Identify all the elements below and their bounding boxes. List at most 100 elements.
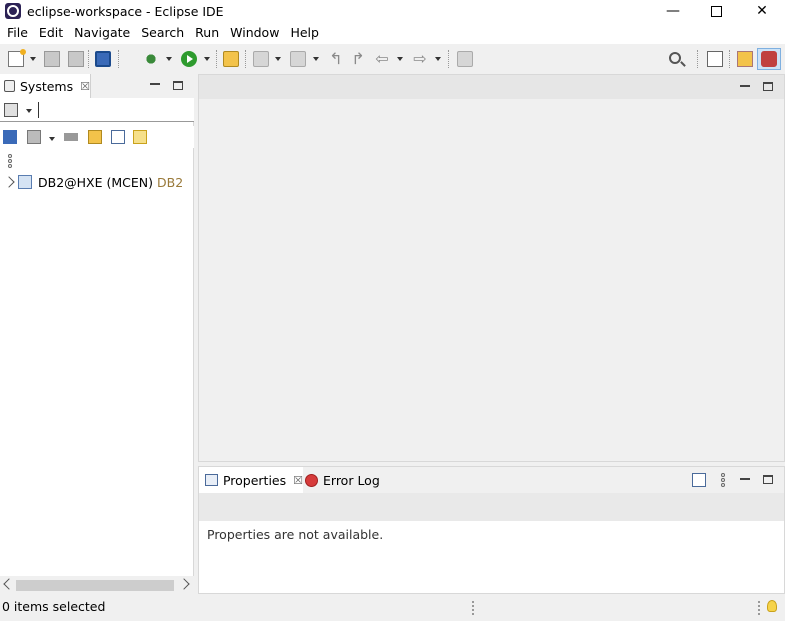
status-text: 0 items selected — [2, 599, 106, 614]
minimize-icon: — — [666, 3, 680, 19]
open-perspective-icon[interactable] — [707, 51, 723, 67]
link-icon[interactable] — [133, 130, 147, 144]
prev-annotation-icon[interactable] — [290, 51, 306, 67]
perspective-resource-icon[interactable] — [737, 51, 753, 67]
horizontal-scrollbar[interactable] — [0, 576, 194, 594]
back-icon[interactable]: ⇦ — [374, 51, 390, 67]
tab-systems-label: Systems — [20, 78, 74, 94]
menu-window[interactable]: Window — [225, 22, 284, 44]
debug-icon[interactable] — [143, 51, 159, 67]
run-icon[interactable] — [181, 51, 197, 67]
new-connection-dropdown-icon[interactable] — [26, 109, 32, 113]
toolbar-separator — [448, 50, 449, 68]
scroll-left-icon[interactable] — [3, 578, 15, 590]
expand-arrow-icon[interactable] — [3, 176, 15, 188]
database-icon — [18, 175, 32, 189]
tree-item-db2[interactable]: DB2@HXE (MCEN) DB2 — [0, 172, 194, 192]
editor-tab-bar — [199, 75, 784, 99]
close-tab-icon[interactable]: ☒ — [293, 474, 303, 487]
minimize-view-icon[interactable] — [150, 83, 160, 85]
bottom-tab-bar: Properties ☒ Error Log — [199, 467, 784, 493]
scroll-right-icon[interactable] — [178, 578, 190, 590]
connect-icon[interactable] — [3, 130, 17, 144]
pin-editor-icon[interactable] — [457, 51, 473, 67]
save-all-icon[interactable] — [68, 51, 84, 67]
menu-edit[interactable]: Edit — [34, 22, 68, 44]
menu-help[interactable]: Help — [285, 22, 324, 44]
editor-area — [198, 74, 785, 462]
systems-tree: DB2@HXE (MCEN) DB2 — [0, 172, 194, 192]
open-folder-icon[interactable] — [88, 130, 102, 144]
next-annotation-dropdown-icon[interactable] — [275, 57, 281, 61]
menu-file[interactable]: File — [2, 22, 33, 44]
last-edit-icon[interactable]: ↰ — [328, 51, 344, 67]
next-annotation-icon[interactable] — [253, 51, 269, 67]
tree-item-label: DB2@HXE (MCEN) — [38, 174, 154, 190]
systems-tab-bar: Systems ☒ — [0, 74, 194, 98]
systems-toolbar — [0, 98, 194, 122]
close-button[interactable]: ✕ — [739, 0, 785, 22]
properties-header — [199, 493, 784, 521]
menu-navigate[interactable]: Navigate — [69, 22, 135, 44]
minimize-view-icon[interactable] — [740, 478, 750, 480]
toolbar-separator — [118, 50, 119, 68]
tab-systems[interactable]: Systems ☒ — [0, 74, 91, 98]
run-dropdown-icon[interactable] — [204, 57, 210, 61]
prev-annotation-dropdown-icon[interactable] — [313, 57, 319, 61]
toolbar-separator — [697, 50, 698, 68]
tab-properties-label: Properties — [222, 472, 287, 488]
maximize-icon — [710, 5, 722, 17]
scrollbar-thumb[interactable] — [16, 580, 174, 591]
terminal-icon[interactable] — [95, 51, 111, 67]
error-log-icon — [305, 473, 318, 487]
tab-error-log-label: Error Log — [323, 472, 380, 488]
tree-item-type: DB2 — [157, 174, 184, 190]
more-options-icon[interactable] — [8, 154, 12, 168]
close-tab-icon[interactable]: ☒ — [80, 80, 90, 93]
filter-icon[interactable] — [27, 130, 41, 144]
maximize-editor-icon[interactable] — [763, 82, 773, 91]
tab-error-log[interactable]: Error Log — [305, 467, 380, 493]
status-separator — [758, 601, 760, 615]
forward-dropdown-icon[interactable] — [435, 57, 441, 61]
collapse-icon[interactable] — [111, 130, 125, 144]
view-menu-icon[interactable] — [721, 473, 725, 487]
properties-message: Properties are not available. — [207, 527, 384, 542]
forward-edit-icon[interactable]: ↱ — [350, 51, 366, 67]
new-connection-icon[interactable] — [4, 103, 18, 117]
tab-properties[interactable]: Properties ☒ — [199, 467, 303, 493]
debug-dropdown-icon[interactable] — [166, 57, 172, 61]
main-toolbar: ↰ ↱ ⇦ ⇨ — [0, 44, 785, 74]
toolbar-cursor — [38, 102, 39, 118]
minimize-button[interactable]: — — [650, 0, 696, 22]
perspective-remote-systems-button[interactable] — [757, 48, 781, 70]
maximize-button[interactable] — [693, 0, 739, 22]
properties-view: Properties ☒ Error Log Properties are no… — [198, 466, 785, 594]
toolbar-separator — [88, 50, 89, 68]
close-icon: ✕ — [756, 3, 768, 19]
systems-view: Systems ☒ DB2@HXE (MCEN) DB2 — [0, 74, 194, 594]
properties-icon — [205, 474, 218, 486]
save-icon[interactable] — [44, 51, 60, 67]
minimize-editor-icon[interactable] — [740, 85, 750, 87]
filter-dropdown-icon[interactable] — [49, 137, 55, 141]
open-folder-icon[interactable] — [223, 51, 239, 67]
menu-run[interactable]: Run — [190, 22, 224, 44]
new-icon[interactable] — [8, 49, 26, 67]
menu-search[interactable]: Search — [136, 22, 189, 44]
back-dropdown-icon[interactable] — [397, 57, 403, 61]
maximize-view-icon[interactable] — [763, 475, 773, 484]
maximize-view-icon[interactable] — [173, 81, 183, 90]
pin-view-icon[interactable] — [692, 473, 706, 487]
new-dropdown-icon[interactable] — [30, 57, 36, 61]
systems-action-bar — [0, 126, 194, 148]
search-icon[interactable] — [669, 52, 681, 64]
title-bar: eclipse-workspace - Eclipse IDE — ✕ — [0, 0, 785, 22]
eclipse-logo-icon — [5, 3, 21, 19]
status-separator — [472, 601, 474, 615]
forward-icon[interactable]: ⇨ — [412, 51, 428, 67]
tip-bulb-icon[interactable] — [767, 600, 777, 612]
sql-icon[interactable] — [64, 133, 78, 141]
toolbar-separator — [216, 50, 217, 68]
toolbar-separator — [729, 50, 730, 68]
